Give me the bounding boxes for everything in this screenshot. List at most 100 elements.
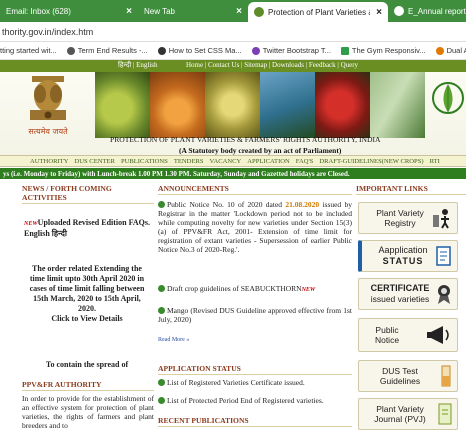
news-item[interactable]: To contain the spread of (24, 360, 150, 369)
tab-ppvfra[interactable]: Protection of Plant Varieties & F × (248, 2, 388, 22)
status-item[interactable]: List of Registered Varieties Certificate… (158, 378, 352, 387)
top-nav: हिन्दी | English Home | Contact Us | Sit… (0, 60, 466, 72)
news-box: NEWUploaded Revised Edition FAQs. Englis… (22, 210, 154, 376)
link-label: Plant Variety Registry (376, 208, 424, 228)
announcement-item[interactable]: Public Notice No. 10 of 2020 dated 21.08… (158, 200, 352, 254)
leaf-photo (370, 72, 425, 138)
link-label-line1: Aapplication (378, 245, 428, 255)
link-label: Aapplication STATUS (370, 245, 436, 267)
announcement-item[interactable]: Mango (Revised DUS Guideline approved ef… (158, 306, 352, 324)
site-title: PROTECTION OF PLANT VARIETIES & FARMERS'… (110, 135, 381, 144)
announcement-text: Draft crop guidelines of SEABUCKTHORN (167, 284, 302, 293)
globe-icon (394, 6, 404, 16)
document-status-icon (436, 246, 451, 266)
application-status-heading: APPLICATION STATUS (158, 364, 352, 375)
bookmark-item[interactable]: Term End Results -... (66, 46, 148, 55)
dus-test-guidelines-link[interactable]: DUS Test Guidelines (358, 360, 458, 392)
announcement-text: Mango (Revised DUS Guideline approved ef… (158, 306, 352, 324)
news-item[interactable]: The order related Extending the time lim… (24, 264, 150, 324)
status-item[interactable]: List of Protected Period End of Register… (158, 396, 352, 405)
tab-label: Protection of Plant Varieties & F (268, 7, 371, 17)
tab-annual-report[interactable]: E_Annual report (388, 0, 466, 22)
bookmark-item[interactable]: tting started wit... (0, 46, 57, 55)
bookmark-label: tting started wit... (0, 46, 57, 55)
bookmark-item[interactable]: The Gym Responsiv... (340, 46, 426, 55)
close-icon[interactable]: × (230, 6, 242, 17)
globe-icon (157, 46, 166, 55)
bookmark-item[interactable]: Twitter Bootstrap T... (251, 46, 331, 55)
announcement-text: Public Notice No. 10 of 2020 dated (167, 200, 286, 209)
announcements-heading: ANNOUNCEMENTS (158, 184, 352, 195)
announcement-date: 21.08.2020 (285, 200, 320, 209)
link-label: Public Notice (374, 325, 400, 345)
read-more-link[interactable]: Read More » (158, 336, 352, 345)
link-label: Plant Variety Journal (PVJ) (374, 404, 426, 424)
menu-item-vacancy[interactable]: VACANCY (210, 158, 242, 165)
site-subtitle: (A Statutory body created by an act of P… (179, 146, 342, 155)
banner-photos (95, 72, 425, 138)
menu-item-rti[interactable]: RTI (430, 158, 440, 165)
certificate-issued-link[interactable]: CERTIFICATE issued varieties (358, 278, 458, 310)
news-column: NEWS / FORTH COMING ACTIVITIES NEWUpload… (22, 184, 154, 432)
announcement-item[interactable]: Draft crop guidelines of SEABUCKTHORNNEW (158, 284, 352, 295)
tab-label: E_Annual report (408, 6, 466, 16)
menu-item-tenders[interactable]: TENDERS (174, 158, 204, 165)
bookmark-label: How to Set CSS Ma... (168, 46, 242, 55)
important-links-column: IMPORTANT LINKS Plant Variety Registry A… (356, 184, 466, 432)
bullet-icon (158, 397, 165, 404)
bookmarks-bar: tting started wit... Term End Results -.… (0, 42, 466, 60)
status-item-text: List of Protected Period End of Register… (167, 396, 324, 405)
ticker-text: ys (i.e. Monday to Friday) with Lunch-br… (3, 169, 350, 178)
status-item-text: List of Registered Varieties Certificate… (167, 378, 305, 387)
menu-item-dus-center[interactable]: DUS CENTER (74, 158, 114, 165)
menu-item-draft-guidelines[interactable]: DRAFT-GUIDELINES(NEW CROPS) (319, 158, 423, 165)
language-switch[interactable]: हिन्दी | English (118, 61, 158, 70)
menu-item-publications[interactable]: PUBLICATIONS (121, 158, 168, 165)
tab-email[interactable]: Email: Inbox (628) × (0, 0, 138, 22)
bullet-icon (158, 307, 165, 314)
public-notice-link[interactable]: Public Notice (358, 318, 458, 352)
bookmark-label: Twitter Bootstrap T... (262, 46, 331, 55)
menu-item-faqs[interactable]: FAQ'S (296, 158, 314, 165)
news-item[interactable]: NEWUploaded Revised Edition FAQs. Englis… (24, 218, 150, 239)
browser-tab-bar: Email: Inbox (628) × New Tab × Protectio… (0, 0, 466, 22)
red-flower-photo (315, 72, 370, 138)
view-details-link[interactable]: Click to View Details (51, 314, 122, 323)
news-heading: NEWS / FORTH COMING ACTIVITIES (22, 184, 154, 204)
close-icon[interactable]: × (370, 7, 382, 18)
plant-photo (260, 72, 315, 138)
plant-variety-journal-link[interactable]: Plant Variety Journal (PVJ) (358, 398, 458, 430)
megaphone-icon (427, 326, 449, 344)
address-bar[interactable]: thority.gov.in/index.htm (0, 22, 466, 42)
menu-item-authority[interactable]: AUTHORITY (30, 158, 68, 165)
bookmark-label: Term End Results -... (77, 46, 148, 55)
ppv-description: In order to provide for the establishmen… (22, 394, 154, 430)
new-badge: NEW (301, 287, 316, 293)
bookmark-item[interactable]: How to Set CSS Ma... (157, 46, 242, 55)
link-label-line2: STATUS (382, 256, 424, 266)
bookmark-item[interactable]: Dual A (435, 46, 466, 55)
bullet-icon (158, 201, 165, 208)
top-links[interactable]: Home | Contact Us | Sitemap | Downloads … (186, 61, 358, 69)
tab-new-tab[interactable]: New Tab × (138, 0, 248, 22)
emblem-caption: सत्यमेव जयते (28, 126, 68, 136)
bookmark-label: Dual A (446, 46, 466, 55)
announcement-text: issued by Registrar in the matter 'Lockd… (158, 200, 352, 254)
ppvfra-logo-icon (432, 82, 464, 114)
flower-photo (205, 72, 260, 138)
bullet-icon (158, 285, 165, 292)
tab-label: Email: Inbox (628) (6, 6, 71, 16)
journal-book-icon (438, 403, 452, 425)
menu-item-application[interactable]: APPLICATION (247, 158, 290, 165)
new-badge: NEW (24, 221, 38, 227)
bullet-icon (158, 379, 165, 386)
url-text: thority.gov.in/index.htm (2, 26, 94, 37)
mango-photo (95, 72, 150, 138)
link-label: DUS Test Guidelines (379, 366, 421, 386)
close-icon[interactable]: × (120, 6, 132, 17)
application-status-link[interactable]: Aapplication STATUS (358, 240, 458, 272)
plant-variety-registry-link[interactable]: Plant Variety Registry (358, 202, 458, 234)
test-tube-icon (441, 365, 451, 387)
ppv-heading: PPV&FR AUTHORITY (22, 380, 154, 391)
bootstrap-icon (251, 46, 260, 55)
